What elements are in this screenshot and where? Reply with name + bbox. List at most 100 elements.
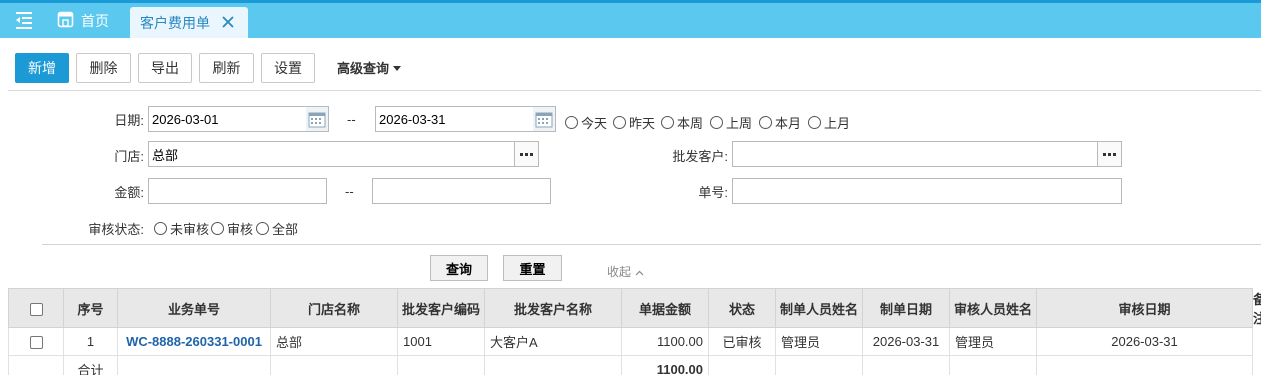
table-row[interactable]: 1 WC-8888-260331-0001 总部 1001 大客户A 1100.… xyxy=(8,327,1253,356)
cell-creator: 管理员 xyxy=(775,327,863,356)
radio-circle xyxy=(808,116,821,129)
total-empty-cell xyxy=(117,355,271,375)
radio-today[interactable]: 今天 xyxy=(565,113,607,132)
checkbox[interactable] xyxy=(29,336,43,350)
radio-today-label: 今天 xyxy=(581,116,608,131)
radio-this-week-label: 本周 xyxy=(677,116,704,131)
form-divider xyxy=(42,244,1261,245)
calendar-icon[interactable] xyxy=(533,107,555,131)
radio-circle xyxy=(613,116,626,129)
chevron-up-icon xyxy=(635,265,644,279)
cell-audit-date: 2026-03-31 xyxy=(1036,327,1253,356)
delete-button[interactable]: 删除 xyxy=(76,53,131,83)
settings-button[interactable]: 设置 xyxy=(261,53,315,83)
reset-button[interactable]: 重置 xyxy=(503,255,562,281)
order-no-field[interactable] xyxy=(732,178,1122,204)
column-header[interactable]: 状态 xyxy=(708,288,776,328)
radio-audited[interactable]: 审核 xyxy=(211,219,253,238)
cell-order-no[interactable]: WC-8888-260331-0001 xyxy=(117,327,271,356)
column-header[interactable]: 单据金额 xyxy=(621,288,709,328)
customer-field[interactable] xyxy=(732,141,1122,167)
radio-circle xyxy=(211,222,224,235)
advanced-query-label: 高级查询 xyxy=(337,61,390,76)
date-from-value: 2026-03-01 xyxy=(152,111,219,127)
order-no-label: 单号: xyxy=(698,185,728,200)
audit-status-label: 审核状态: xyxy=(88,222,144,237)
column-header[interactable]: 业务单号 xyxy=(117,288,271,328)
cell-amount: 1100.00 xyxy=(621,327,709,356)
radio-this-month-label: 本月 xyxy=(775,116,802,131)
radio-last-month[interactable]: 上月 xyxy=(808,113,850,132)
total-empty-cell xyxy=(8,355,64,375)
store-field[interactable]: 总部 xyxy=(148,141,539,167)
radio-circle xyxy=(154,222,167,235)
radio-last-week-label: 上周 xyxy=(726,116,753,131)
tab-home[interactable]: 首页 xyxy=(48,3,128,38)
total-empty-cell xyxy=(1036,355,1253,375)
radio-audited-label: 审核 xyxy=(227,222,254,237)
customer-picker-more-icon[interactable] xyxy=(1097,142,1121,166)
date-to-value: 2026-03-31 xyxy=(379,111,446,127)
order-no-link[interactable]: WC-8888-260331-0001 xyxy=(126,334,262,349)
toolbar: 新增 删除 导出 刷新 设置 高级查询 xyxy=(8,45,1261,91)
close-icon[interactable] xyxy=(220,14,236,30)
column-header[interactable]: 序号 xyxy=(63,288,118,328)
radio-circle xyxy=(759,116,772,129)
column-header[interactable]: 门店名称 xyxy=(270,288,398,328)
column-header[interactable]: 审核人员姓名 xyxy=(949,288,1037,328)
cell-status: 已审核 xyxy=(708,327,776,356)
radio-all-label: 全部 xyxy=(272,222,299,237)
caret-down-icon xyxy=(393,60,402,75)
amount-label: 金额: xyxy=(114,185,144,200)
column-header[interactable]: 批发客户编码 xyxy=(397,288,485,328)
radio-last-week[interactable]: 上周 xyxy=(710,113,752,132)
export-button[interactable]: 导出 xyxy=(138,53,192,83)
radio-this-week[interactable]: 本周 xyxy=(661,113,703,132)
query-button[interactable]: 查询 xyxy=(430,255,488,281)
date-to-field[interactable]: 2026-03-31 xyxy=(375,106,556,132)
cell-create-date: 2026-03-31 xyxy=(862,327,950,356)
collapse-toggle[interactable]: 收起 xyxy=(607,263,644,280)
store-picker-more-icon[interactable] xyxy=(514,142,538,166)
home-icon xyxy=(57,11,74,31)
radio-yesterday[interactable]: 昨天 xyxy=(613,113,655,132)
checkbox[interactable] xyxy=(29,302,43,316)
column-header[interactable]: 审核日期 xyxy=(1036,288,1253,328)
date-from-field[interactable]: 2026-03-01 xyxy=(148,106,329,132)
total-empty-cell xyxy=(949,355,1037,375)
total-empty-cell xyxy=(862,355,950,375)
row-checkbox-cell[interactable] xyxy=(8,327,64,356)
radio-all[interactable]: 全部 xyxy=(256,219,298,238)
amount-to-field[interactable] xyxy=(372,178,551,204)
total-empty-cell xyxy=(775,355,863,375)
amount-from-field[interactable] xyxy=(148,178,327,204)
radio-yesterday-label: 昨天 xyxy=(629,116,656,131)
column-header[interactable]: 制单日期 xyxy=(862,288,950,328)
menu-toggle-icon[interactable] xyxy=(12,9,40,33)
radio-this-month[interactable]: 本月 xyxy=(759,113,801,132)
select-all-checkbox[interactable] xyxy=(8,288,64,328)
radio-unaudited[interactable]: 未审核 xyxy=(154,219,209,238)
tab-home-label: 首页 xyxy=(81,12,109,29)
column-header[interactable]: 制单人员姓名 xyxy=(775,288,863,328)
cell-customer-name: 大客户A xyxy=(484,327,622,356)
cell-seq: 1 xyxy=(63,327,118,356)
add-button[interactable]: 新增 xyxy=(15,53,69,83)
column-header[interactable]: 批发客户名称 xyxy=(484,288,622,328)
store-label: 门店: xyxy=(114,149,144,164)
top-tab-bar: 首页 客户费用单 xyxy=(0,0,1261,38)
total-empty-cell xyxy=(270,355,398,375)
radio-unaudited-label: 未审核 xyxy=(170,222,210,237)
tab-customer-expense[interactable]: 客户费用单 xyxy=(130,7,248,38)
table-total-row: 合计 1100.00 xyxy=(8,355,1253,375)
date-label: 日期: xyxy=(114,113,144,128)
tab-customer-expense-label: 客户费用单 xyxy=(140,14,210,31)
calendar-icon[interactable] xyxy=(306,107,328,131)
total-empty-cell xyxy=(484,355,622,375)
cell-customer-code: 1001 xyxy=(397,327,485,356)
radio-last-month-label: 上月 xyxy=(824,116,851,131)
refresh-button[interactable]: 刷新 xyxy=(199,53,254,83)
cell-store: 总部 xyxy=(270,327,398,356)
advanced-query-dropdown[interactable]: 高级查询 xyxy=(337,58,402,77)
radio-circle xyxy=(256,222,269,235)
